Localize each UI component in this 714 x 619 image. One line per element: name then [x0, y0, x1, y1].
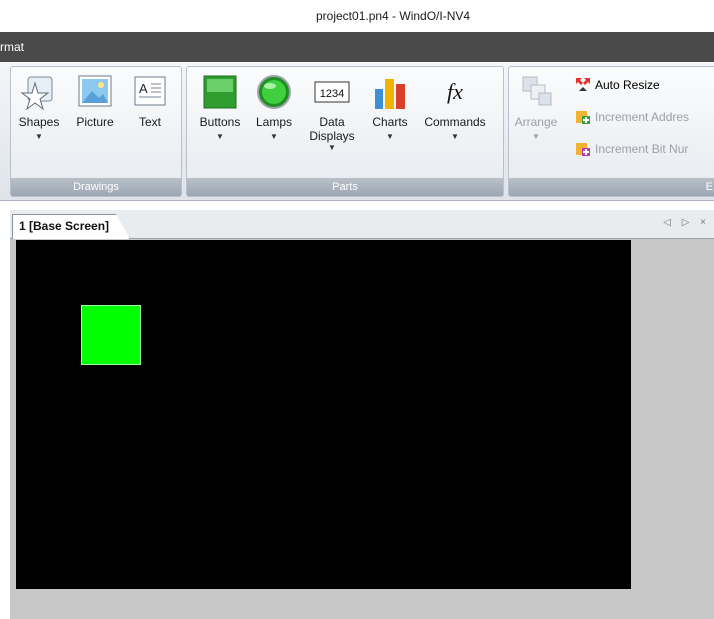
screen-canvas[interactable] — [16, 240, 631, 589]
group-edit: Arrange ▼ Auto Resize Increment Addres I… — [508, 66, 714, 197]
ribbon: Shapes ▼ Picture A Text Drawings Buttons… — [0, 62, 714, 201]
lamp-icon — [255, 73, 293, 111]
charts-button[interactable]: Charts ▼ — [367, 73, 413, 142]
tab-navigation-icons[interactable]: ◁ ▷ × — [663, 217, 710, 228]
lamps-label: Lamps — [255, 115, 293, 129]
auto-resize-button[interactable]: Auto Resize — [575, 77, 660, 93]
group-label-edit: E — [509, 178, 714, 196]
green-lamp-part[interactable] — [81, 305, 141, 365]
group-label-drawings: Drawings — [11, 178, 181, 196]
auto-resize-label: Auto Resize — [595, 78, 660, 92]
picture-label: Picture — [76, 115, 114, 129]
lamps-button[interactable]: Lamps ▼ — [249, 73, 299, 142]
arrange-label: Arrange — [514, 115, 558, 129]
data-displays-button[interactable]: 1234 Data Displays ▼ — [305, 73, 359, 153]
data-display-icon: 1234 — [313, 73, 351, 111]
group-drawings: Shapes ▼ Picture A Text Drawings — [10, 66, 182, 197]
increment-address-icon — [575, 109, 591, 125]
arrange-icon — [517, 73, 555, 111]
window-title: project01.pn4 - WindO/I-NV4 — [316, 9, 471, 23]
charts-label: Charts — [372, 115, 408, 129]
group-label-parts: Parts — [187, 178, 503, 196]
document-tab-strip: 1 [Base Screen] ◁ ▷ × — [10, 210, 714, 239]
text-button[interactable]: A Text — [127, 73, 173, 129]
increment-bit-icon — [575, 141, 591, 157]
button-part-icon — [201, 73, 239, 111]
data-displays-label-line1: Data — [319, 115, 345, 129]
menu-bar: rmat — [0, 32, 714, 62]
group-parts: Buttons ▼ Lamps ▼ 1234 Data Displays ▼ C… — [186, 66, 504, 197]
increment-bit-button[interactable]: Increment Bit Nur — [575, 141, 688, 157]
arrange-button[interactable]: Arrange ▼ — [513, 73, 559, 142]
data-display-icon-text: 1234 — [320, 88, 344, 100]
increment-address-button[interactable]: Increment Addres — [575, 109, 689, 125]
commands-fx-text: fx — [447, 79, 463, 104]
title-bar: project01.pn4 - WindO/I-NV4 — [0, 0, 714, 32]
commands-fx-icon: fx — [436, 73, 474, 111]
charts-dropdown-icon: ▼ — [386, 132, 394, 141]
buttons-label: Buttons — [199, 115, 241, 129]
buttons-button[interactable]: Buttons ▼ — [193, 73, 247, 142]
data-displays-label-line2: Displays — [309, 129, 355, 143]
commands-dropdown-icon: ▼ — [451, 132, 459, 141]
shapes-icon — [20, 73, 58, 111]
tab-base-screen[interactable]: 1 [Base Screen] — [12, 214, 131, 239]
menu-tab-format[interactable]: rmat — [0, 40, 24, 54]
shapes-dropdown-icon: ▼ — [35, 132, 43, 141]
increment-address-label: Increment Addres — [595, 110, 690, 124]
text-icon: A — [131, 73, 169, 111]
shapes-label: Shapes — [18, 115, 60, 129]
charts-icon — [371, 73, 409, 111]
shapes-button[interactable]: Shapes ▼ — [15, 73, 63, 142]
svg-text:A: A — [139, 81, 148, 96]
data-displays-dropdown-icon: ▼ — [328, 143, 336, 152]
picture-button[interactable]: Picture — [69, 73, 121, 129]
increment-bit-label: Increment Bit Nur — [595, 142, 689, 156]
arrange-dropdown-icon: ▼ — [532, 132, 540, 141]
auto-resize-icon — [575, 77, 591, 93]
commands-label: Commands — [424, 115, 486, 129]
commands-button[interactable]: fx Commands ▼ — [419, 73, 491, 142]
picture-icon — [76, 73, 114, 111]
buttons-dropdown-icon: ▼ — [216, 132, 224, 141]
text-label: Text — [138, 115, 161, 129]
lamps-dropdown-icon: ▼ — [270, 132, 278, 141]
